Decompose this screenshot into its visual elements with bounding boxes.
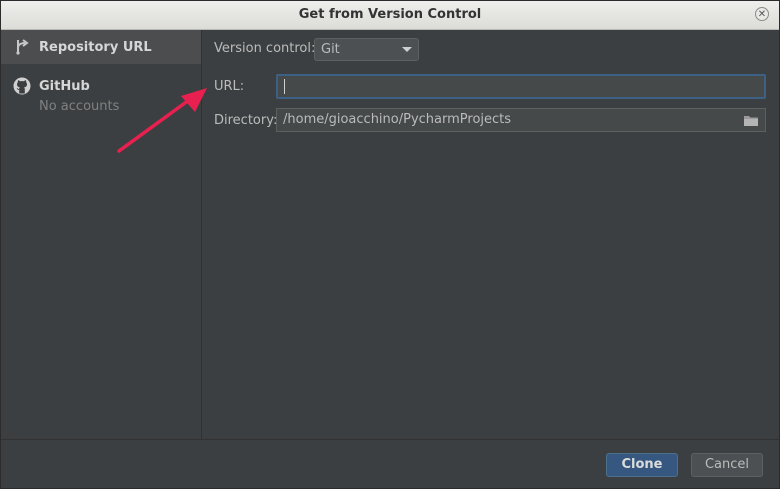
url-label: URL: [214, 79, 245, 94]
directory-value: /home/gioacchino/PycharmProjects [283, 112, 512, 127]
close-icon[interactable]: ✕ [755, 7, 769, 21]
version-control-select[interactable]: Git [314, 38, 419, 61]
cancel-button[interactable]: Cancel [691, 453, 763, 477]
footer-divider [1, 439, 779, 440]
sidebar-item-sublabel: No accounts [39, 99, 120, 114]
sidebar-item-repository-url[interactable]: Repository URL [1, 30, 201, 64]
sidebar-item-label: GitHub [39, 79, 90, 94]
dialog-window: Get from Version Control ✕ Repository UR… [0, 0, 780, 489]
folder-browse-icon[interactable] [743, 114, 759, 127]
github-icon [13, 77, 31, 95]
annotation-arrow-icon [117, 88, 207, 153]
version-control-label: Version control: [214, 41, 316, 56]
title-bar[interactable]: Get from Version Control ✕ [1, 1, 779, 30]
vcs-fetch-icon [16, 39, 29, 55]
chevron-down-icon [402, 47, 412, 52]
text-caret [284, 79, 285, 94]
window-title: Get from Version Control [298, 7, 482, 22]
main-panel: Version control: Git URL: Directory: /ho… [202, 30, 779, 439]
url-input[interactable] [276, 74, 766, 99]
directory-label: Directory: [214, 113, 278, 128]
version-control-value: Git [321, 42, 340, 57]
directory-input[interactable]: /home/gioacchino/PycharmProjects [276, 108, 766, 132]
clone-button[interactable]: Clone [606, 453, 678, 477]
sidebar-item-label: Repository URL [39, 40, 152, 55]
